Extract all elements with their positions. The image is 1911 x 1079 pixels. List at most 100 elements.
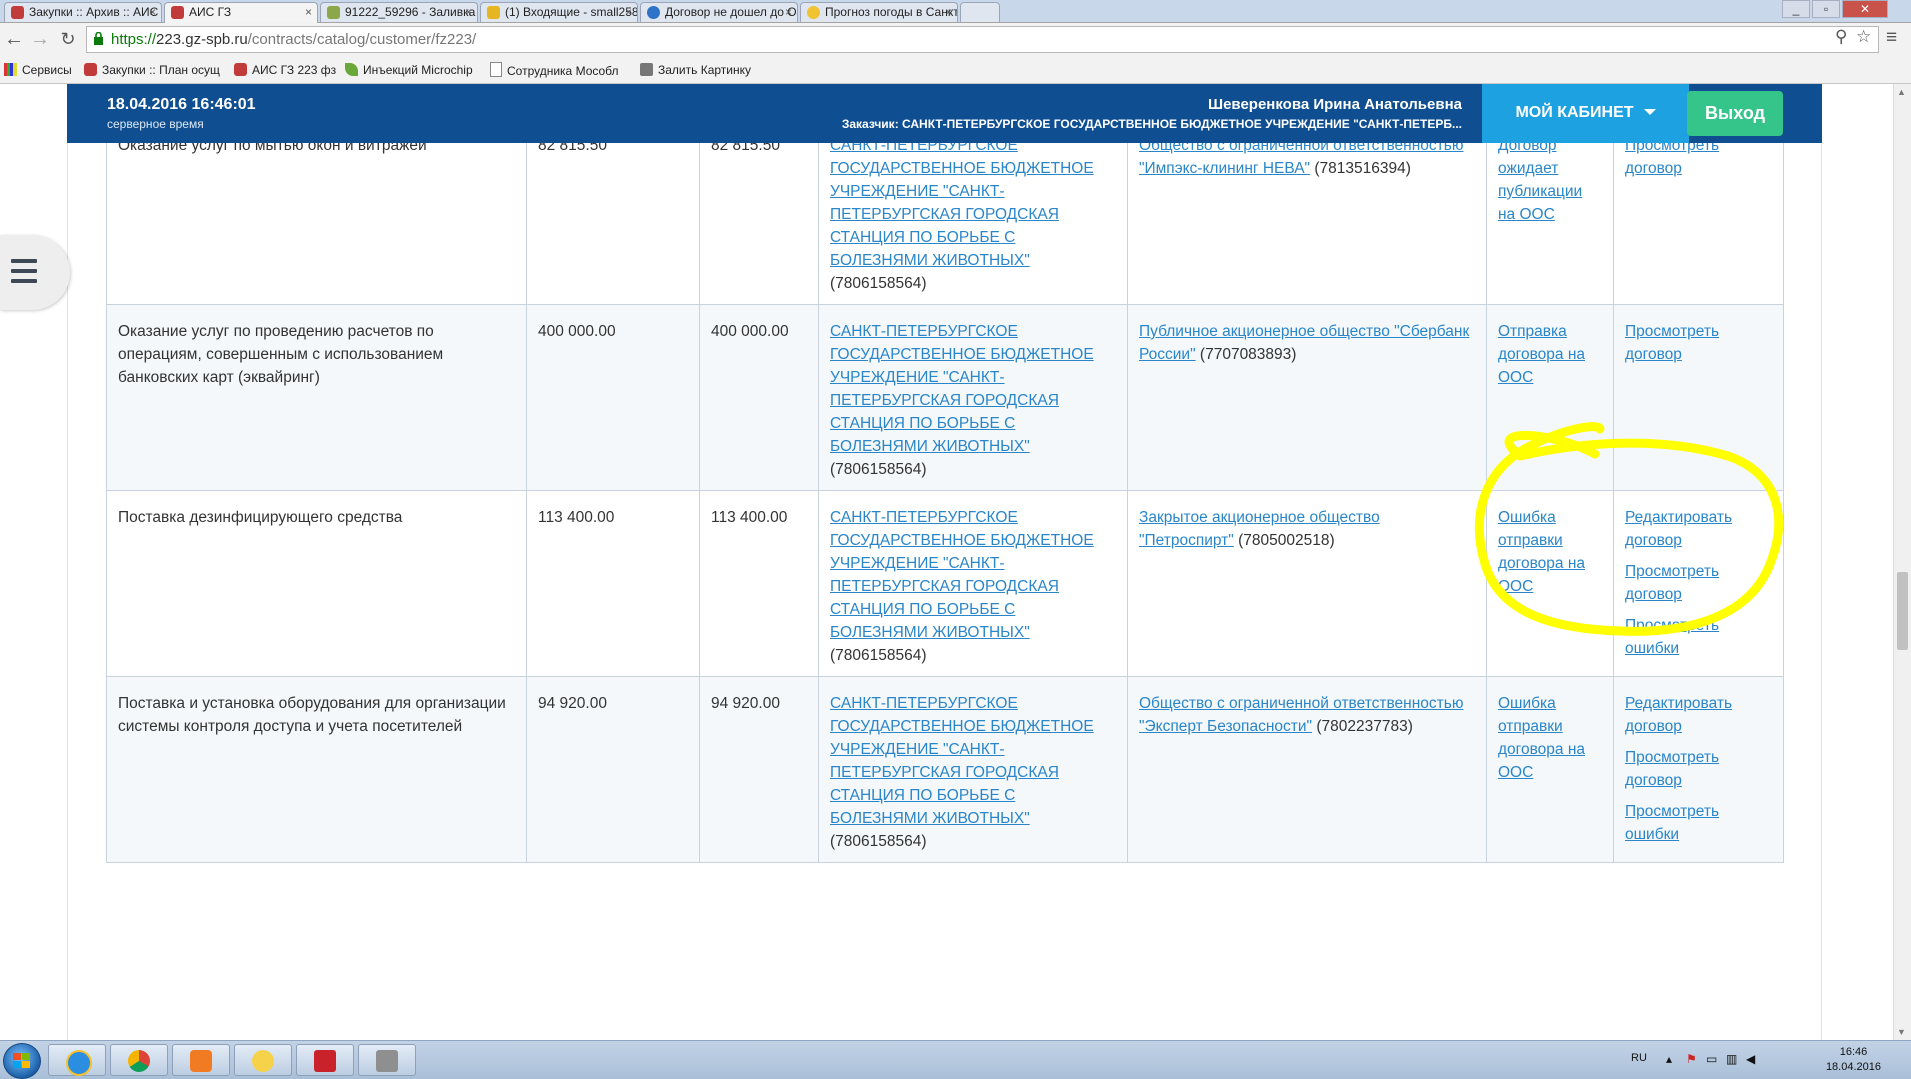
bookmark-label: АИС ГЗ 223 фз <box>252 63 337 77</box>
browser-tab[interactable]: Прогноз погоды в Санкт × <box>800 2 958 22</box>
bookmark-star-icon[interactable]: ☆ <box>1856 27 1871 47</box>
contract-subject: Поставка и установка оборудования для ор… <box>118 695 506 735</box>
close-tab-icon[interactable]: × <box>465 3 472 22</box>
maximize-icon[interactable]: ▫ <box>1812 0 1840 18</box>
clock[interactable]: 16:46 18.04.2016 <box>1826 1045 1881 1075</box>
tools-icon <box>376 1050 398 1072</box>
my-cabinet-button[interactable]: МОЙ КАБИНЕТ <box>1482 84 1689 143</box>
bookmark-label: Сотрудника Мособл <box>507 64 619 78</box>
scrollbar-thumb[interactable] <box>1897 572 1908 650</box>
zoom-icon[interactable]: ⚲ <box>1835 27 1847 47</box>
gz-logo-icon <box>11 6 24 19</box>
tab-title: 91222_59296 - Заливка у <box>345 5 478 19</box>
volume-icon[interactable]: ◀ <box>1746 1053 1759 1066</box>
action-link[interactable]: Просмотреть договор <box>1625 746 1772 792</box>
actions-cell: Редактировать договор Просмотреть договор… <box>1613 676 1784 863</box>
lock-icon <box>94 32 103 45</box>
scroll-down-arrow-icon[interactable]: ▼ <box>1897 1027 1906 1037</box>
customer-link[interactable]: САНКТ-ПЕТЕРБУРГСКОЕ ГОСУДАРСТВЕННОЕ БЮДЖ… <box>830 137 1094 269</box>
bookmark-label: Инъекций Microchip <box>363 63 473 77</box>
taskbar-tools[interactable] <box>358 1044 416 1076</box>
reload-icon[interactable]: ↻ <box>56 27 80 51</box>
taskbar-media[interactable] <box>172 1044 230 1076</box>
browser-tab[interactable]: 91222_59296 - Заливка у × <box>320 2 478 22</box>
close-tab-icon[interactable]: × <box>305 3 312 22</box>
tray-arrow-icon[interactable]: ▴ <box>1666 1053 1679 1066</box>
supplier-inn: (7805002518) <box>1238 532 1335 549</box>
browser-tab[interactable]: Договор не дошел до О × <box>640 2 798 22</box>
address-bar[interactable]: https://223.gz-spb.ru/contracts/catalog/… <box>86 26 1879 53</box>
status-link[interactable]: Ошибка отправки договора на ООС <box>1498 695 1585 781</box>
scroll-up-arrow-icon[interactable]: ▲ <box>1897 87 1906 97</box>
browser-tab[interactable]: (1) Входящие - small2580 × <box>480 2 638 22</box>
bookmark-item[interactable]: Сотрудника Мособл <box>490 62 619 79</box>
supplier-link[interactable]: Публичное акционерное общество "Сбербанк… <box>1139 323 1469 363</box>
taskbar-1c[interactable] <box>234 1044 292 1076</box>
bookmark-item[interactable]: Закупки :: План осущ <box>84 62 220 78</box>
monitor-icon[interactable]: ▭ <box>1706 1053 1719 1066</box>
contract-price: 113 400.00 <box>538 509 615 526</box>
price-cell: 113 400.00 <box>526 490 700 677</box>
forward-arrow-icon[interactable]: → <box>28 27 52 51</box>
tab-title: Закупки :: Архив :: АИС Г <box>29 5 162 19</box>
actions-cell: Просмотреть договор <box>1613 118 1784 305</box>
tab-title: (1) Входящие - small2580 <box>505 5 638 19</box>
table-row: Оказание услуг по мытью окон и витражей 8… <box>106 118 1784 305</box>
language-indicator[interactable]: RU <box>1631 1052 1647 1064</box>
logout-button[interactable]: Выход <box>1687 91 1783 136</box>
taskbar-ie[interactable] <box>48 1044 106 1076</box>
action-link[interactable]: Просмотреть ошибки <box>1625 614 1772 660</box>
system-tray: RU ▴ ⚑ ▭ ▥ ◀ 16:46 18.04.2016 <box>1621 1041 1911 1079</box>
bookmark-item[interactable]: Сервисы <box>4 62 72 78</box>
minimize-icon[interactable]: _ <box>1782 0 1810 18</box>
customer-link[interactable]: САНКТ-ПЕТЕРБУРГСКОЕ ГОСУДАРСТВЕННОЕ БЮДЖ… <box>830 509 1094 641</box>
subject-cell: Поставка и установка оборудования для ор… <box>106 676 527 863</box>
site-header: 18.04.2016 16:46:01 серверное время Шеве… <box>67 84 1822 143</box>
acrobat-icon <box>314 1050 336 1072</box>
side-menu-toggle[interactable] <box>0 235 70 310</box>
close-tab-icon[interactable]: × <box>149 3 156 22</box>
subject-cell: Оказание услуг по мытью окон и витражей <box>106 118 527 305</box>
supplier-link[interactable]: Общество с ограниченной ответственностью… <box>1139 695 1463 735</box>
close-tab-icon[interactable]: × <box>785 3 792 22</box>
page-icon <box>490 62 502 77</box>
price-cell: 94 920.00 <box>526 676 700 863</box>
tab-title: Прогноз погоды в Санкт <box>825 5 958 19</box>
action-link[interactable]: Просмотреть договор <box>1625 320 1772 366</box>
window-close-icon[interactable]: ✕ <box>1842 0 1888 18</box>
close-tab-icon[interactable]: × <box>945 3 952 22</box>
status-cell: Ошибка отправки договора на ООС <box>1486 490 1614 677</box>
status-cell: Договор ожидает публикации на ООС <box>1486 118 1614 305</box>
taskbar-acrobat[interactable] <box>296 1044 354 1076</box>
back-arrow-icon[interactable]: ← <box>2 27 26 51</box>
browser-tab[interactable]: Закупки :: Архив :: АИС Г × <box>4 2 162 22</box>
close-tab-icon[interactable]: × <box>625 3 632 22</box>
menu-hamburger-icon[interactable]: ≡ <box>1886 27 1897 49</box>
bookmark-item[interactable]: АИС ГЗ 223 фз <box>234 62 336 78</box>
flag-icon[interactable]: ⚑ <box>1686 1053 1699 1066</box>
status-link[interactable]: Ошибка отправки договора на ООС <box>1498 509 1585 595</box>
new-tab-button[interactable] <box>960 2 1000 22</box>
customer-cell: САНКТ-ПЕТЕРБУРГСКОЕ ГОСУДАРСТВЕННОЕ БЮДЖ… <box>818 118 1128 305</box>
action-link[interactable]: Редактировать договор <box>1625 506 1772 552</box>
globe-icon <box>647 6 660 19</box>
bookmark-item[interactable]: Инъекций Microchip <box>345 62 473 78</box>
upload-icon <box>640 63 653 76</box>
contract-price-final: 400 000.00 <box>711 323 789 340</box>
tab-title: Договор не дошел до О <box>665 5 797 19</box>
network-icon[interactable]: ▥ <box>1726 1053 1739 1066</box>
status-link[interactable]: Договор ожидает публикации на ООС <box>1498 137 1582 223</box>
page-scrollbar[interactable]: ▲ ▼ <box>1893 84 1911 1040</box>
action-link[interactable]: Просмотреть ошибки <box>1625 800 1772 846</box>
status-link[interactable]: Отправка договора на ООС <box>1498 323 1585 386</box>
bookmark-item[interactable]: Залить Картинку <box>640 62 751 78</box>
customer-link[interactable]: САНКТ-ПЕТЕРБУРГСКОЕ ГОСУДАРСТВЕННОЕ БЮДЖ… <box>830 323 1094 455</box>
status-cell: Ошибка отправки договора на ООС <box>1486 676 1614 863</box>
action-link[interactable]: Просмотреть договор <box>1625 560 1772 606</box>
taskbar-chrome[interactable] <box>110 1044 168 1076</box>
start-button[interactable] <box>3 1043 41 1079</box>
action-link[interactable]: Редактировать договор <box>1625 692 1772 738</box>
customer-link[interactable]: САНКТ-ПЕТЕРБУРГСКОЕ ГОСУДАРСТВЕННОЕ БЮДЖ… <box>830 695 1094 827</box>
browser-tab-active[interactable]: АИС ГЗ × <box>164 2 318 23</box>
supplier-link[interactable]: Общество с ограниченной ответственностью… <box>1139 137 1463 177</box>
